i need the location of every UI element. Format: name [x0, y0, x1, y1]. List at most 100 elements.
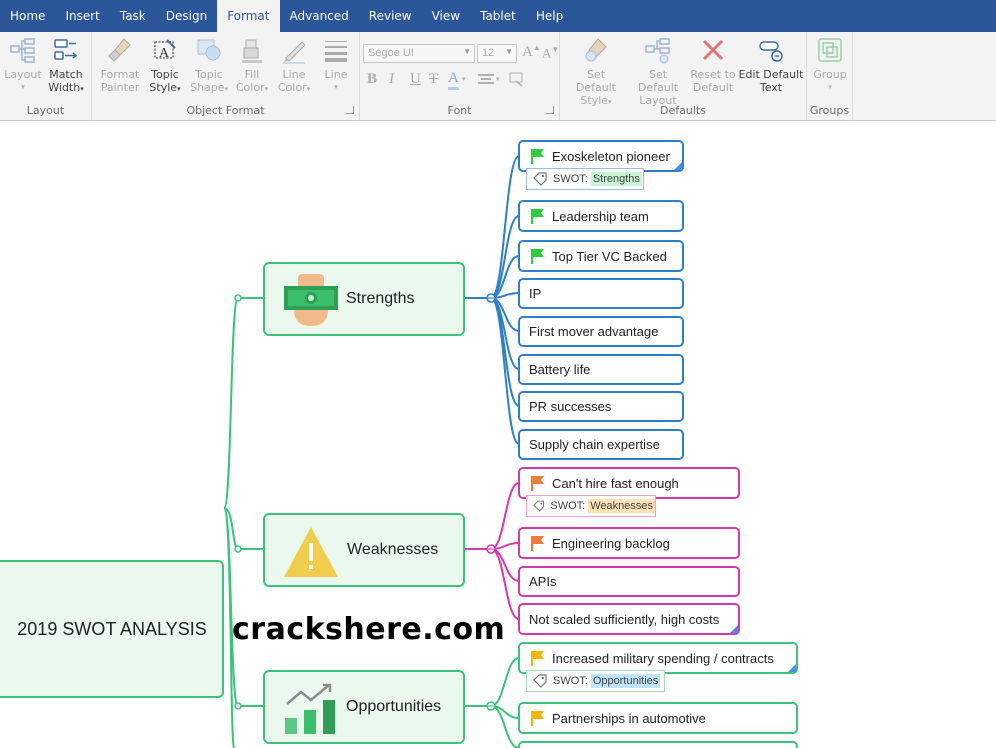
subtopic-strength[interactable]: Battery life — [518, 354, 684, 385]
topic-shape-icon — [197, 39, 221, 61]
subtopic-strength[interactable]: Top Tier VC Backed — [518, 240, 684, 272]
subtopic-label: Top Tier VC Backed — [552, 248, 667, 264]
topic-weaknesses[interactable]: Weaknesses — [263, 513, 465, 587]
line-button[interactable]: Line ▾ — [316, 36, 356, 94]
reset-to-default-button[interactable]: Reset to Default — [688, 36, 738, 94]
format-painter-button[interactable]: Format Painter — [98, 36, 142, 94]
subtopic-strength[interactable]: Supply chain expertise — [518, 429, 684, 460]
tab-design[interactable]: Design — [156, 0, 217, 32]
dialog-launcher-icon[interactable] — [346, 106, 354, 114]
growth-chart-icon — [285, 683, 335, 734]
money-hand-icon — [284, 274, 338, 326]
line-color-label-1: Line — [282, 68, 306, 81]
set-default-style-button[interactable]: Set Default Style▾ — [566, 36, 626, 109]
subtopic-strength[interactable]: PR successes — [518, 391, 684, 422]
tab-insert[interactable]: Insert — [55, 0, 109, 32]
underline-button[interactable]: U — [410, 71, 421, 88]
tag-box-opportunities[interactable]: SWOT: Opportunities — [526, 670, 665, 692]
subtopic-label: Supply chain expertise — [529, 437, 660, 452]
topic-style-button[interactable]: A Topic Style▾ — [144, 36, 186, 96]
subtopic-opportunity-partial[interactable] — [518, 741, 798, 748]
strikethrough-button[interactable]: T — [429, 71, 438, 88]
subtopic-strength[interactable]: Leadership team — [518, 200, 684, 232]
topic-style-label-2: Style — [149, 81, 178, 94]
line-color-button[interactable]: Line Color▾ — [274, 36, 314, 96]
subtopic-opportunity[interactable]: Partnerships in automotive — [518, 702, 798, 734]
clear-format-icon[interactable] — [508, 70, 526, 88]
flag-icon — [531, 249, 544, 264]
subtopic-label: Increased military spending / contracts — [552, 650, 774, 666]
watermark-text: crackshere.com — [232, 612, 506, 647]
font-size-select[interactable]: 12 ▼ — [477, 44, 517, 63]
grow-font-icon[interactable]: A▲ — [522, 43, 541, 61]
format-painter-label-1: Format — [100, 68, 140, 81]
shrink-font-icon[interactable]: A▼ — [542, 45, 559, 61]
flag-icon — [531, 476, 544, 491]
dropdown-arrow-icon: ▾ — [21, 83, 25, 91]
font-name-value: Segoe UI — [368, 47, 414, 59]
tab-view[interactable]: View — [422, 0, 470, 32]
align-icon[interactable] — [478, 74, 494, 86]
match-width-label-1: Match — [49, 68, 83, 81]
subtopic-strength[interactable]: IP — [518, 278, 684, 309]
match-width-icon — [54, 39, 78, 60]
edit-default-text-button[interactable]: Edit Default Text — [738, 36, 804, 94]
fill-color-label-2: Color — [235, 81, 265, 94]
tab-task[interactable]: Task — [110, 0, 156, 32]
ribbon-tab-bar: Home Insert Task Design Format Advanced … — [0, 0, 996, 32]
dropdown-arrow-icon: ▾ — [496, 75, 500, 83]
topic-shape-label-1: Topic — [195, 68, 223, 81]
layout-button[interactable]: Layout ▾ — [4, 36, 42, 94]
mind-map-canvas[interactable]: 2019 SWOT ANALYSIS Strengths Weaknesses — [0, 122, 996, 748]
match-width-button[interactable]: Match Width▾ — [45, 36, 87, 96]
defaults-group: Set Default Style▾ Set Default Layout Re… — [560, 32, 807, 121]
dialog-launcher-icon[interactable] — [546, 106, 554, 114]
group-button[interactable]: Group ▾ — [809, 36, 851, 94]
subtopic-weakness[interactable]: APIs — [518, 566, 740, 597]
font-size-value: 12 — [482, 47, 495, 59]
set-default-style-label-1: Set Default — [575, 68, 617, 94]
topic-style-label-1: Topic — [151, 68, 179, 81]
line-label: Line — [324, 68, 348, 81]
reset-to-default-label-2: Default — [692, 81, 734, 94]
font-name-select[interactable]: Segoe UI ▼ — [363, 44, 475, 63]
flag-icon — [531, 711, 544, 726]
groups-group: Group ▾ Groups — [807, 32, 853, 121]
topic-shape-button[interactable]: Topic Shape▾ — [188, 36, 230, 96]
subtopic-label: Engineering backlog — [552, 535, 670, 551]
central-topic-label: 2019 SWOT ANALYSIS — [17, 618, 207, 639]
tag-box-strengths[interactable]: SWOT: Strengths — [526, 168, 644, 190]
tag-box-weaknesses[interactable]: SWOT: Weaknesses — [526, 495, 656, 517]
central-topic[interactable]: 2019 SWOT ANALYSIS — [0, 560, 224, 698]
bold-button[interactable]: B — [367, 71, 377, 88]
tab-home[interactable]: Home — [0, 0, 55, 32]
object-format-group: Format Painter A Topic Style▾ Topic Shap… — [92, 32, 360, 121]
paintbrush-icon — [108, 38, 131, 62]
subtopic-strength[interactable]: First mover advantage — [518, 316, 684, 347]
subtopic-weakness[interactable]: Not scaled sufficiently, high costs — [518, 603, 740, 635]
tab-review[interactable]: Review — [359, 0, 422, 32]
line-weight-icon — [325, 41, 347, 62]
topic-opportunities-label: Opportunities — [346, 698, 442, 715]
groups-group-label: Groups — [809, 104, 850, 117]
topic-strengths[interactable]: Strengths — [263, 262, 465, 336]
edit-default-text-label-2: Text — [759, 81, 783, 94]
tag-icon — [533, 172, 547, 186]
topic-strengths-label: Strengths — [346, 290, 415, 307]
layout-button-label: Layout — [4, 68, 42, 81]
flag-icon — [531, 209, 544, 224]
chevron-down-icon: ▼ — [463, 47, 471, 56]
subtopic-weakness[interactable]: Engineering backlog — [518, 527, 740, 559]
italic-button[interactable]: I — [389, 71, 394, 88]
layout-group-label: Layout — [26, 104, 65, 117]
tab-tablet[interactable]: Tablet — [470, 0, 526, 32]
fill-color-button[interactable]: Fill Color▾ — [232, 36, 272, 96]
font-color-icon[interactable]: A — [448, 70, 459, 90]
tab-advanced[interactable]: Advanced — [280, 0, 359, 32]
topic-opportunities[interactable]: Opportunities — [263, 670, 465, 744]
object-format-group-label: Object Format — [186, 104, 265, 117]
tab-format[interactable]: Format — [217, 0, 280, 32]
tab-help[interactable]: Help — [526, 0, 573, 32]
set-default-layout-button[interactable]: Set Default Layout — [628, 36, 688, 107]
notes-indicator-icon — [674, 162, 682, 170]
